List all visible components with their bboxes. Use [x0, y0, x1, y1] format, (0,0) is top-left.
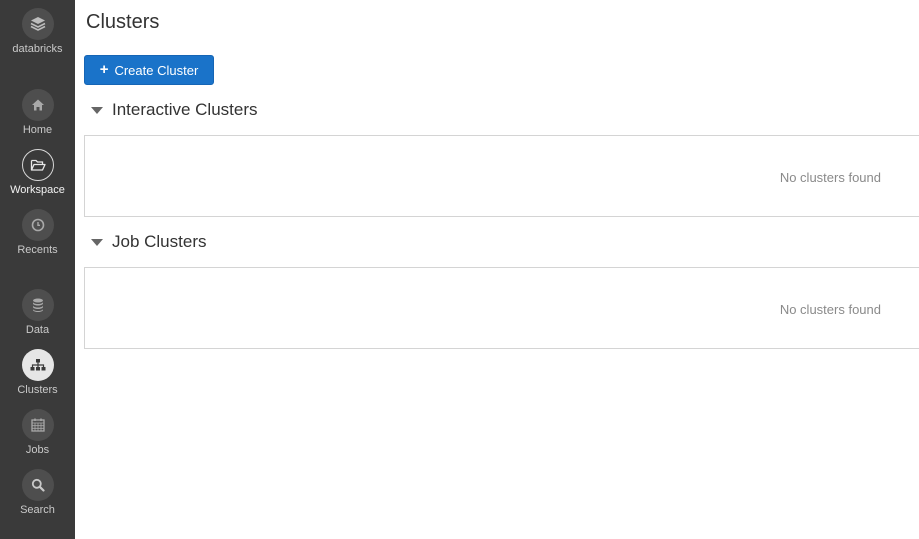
section-title: Job Clusters: [112, 232, 207, 251]
caret-down-icon: [91, 106, 103, 114]
sidebar-item-data[interactable]: Data: [0, 289, 75, 337]
empty-state-text: No clusters found: [779, 170, 881, 185]
sidebar-item-recents[interactable]: Recents: [0, 209, 75, 257]
sidebar-item-home[interactable]: Home: [0, 89, 75, 137]
sidebar: databricks Home Workspace Recents Data C…: [0, 0, 75, 539]
create-cluster-label: Create Cluster: [114, 62, 199, 78]
sidebar-item-label: Home: [22, 124, 53, 136]
job-clusters-header[interactable]: Job Clusters: [91, 232, 206, 252]
folder-open-icon: [21, 149, 54, 181]
cluster-icon: [21, 349, 54, 381]
sidebar-item-label: Data: [25, 324, 50, 336]
sidebar-item-clusters[interactable]: Clusters: [0, 349, 75, 397]
sidebar-item-search[interactable]: Search: [0, 469, 75, 517]
database-icon: [21, 289, 54, 321]
section-title: Interactive Clusters: [112, 100, 258, 119]
main-content: Clusters + Create Cluster Interactive Cl…: [75, 0, 919, 539]
create-cluster-button[interactable]: + Create Cluster: [84, 55, 214, 85]
sidebar-item-label: Search: [20, 504, 55, 516]
clock-icon: [21, 209, 54, 241]
sidebar-item-label: Recents: [17, 244, 58, 256]
plus-icon: +: [99, 61, 109, 78]
interactive-clusters-header[interactable]: Interactive Clusters: [91, 100, 258, 120]
empty-state-text: No clusters found: [779, 302, 881, 317]
sidebar-item-jobs[interactable]: Jobs: [0, 409, 75, 457]
sidebar-item-label: Clusters: [17, 384, 58, 396]
sidebar-item-label: Jobs: [25, 444, 50, 456]
page-title: Clusters: [86, 11, 160, 33]
sidebar-item-workspace[interactable]: Workspace: [0, 149, 75, 197]
search-icon: [21, 469, 54, 501]
caret-down-icon: [91, 238, 103, 246]
home-icon: [21, 89, 54, 121]
sidebar-item-label: Workspace: [10, 184, 65, 196]
sidebar-item-label: databricks: [12, 43, 63, 55]
sidebar-item-databricks[interactable]: databricks: [0, 8, 75, 56]
interactive-clusters-list: No clusters found: [84, 135, 919, 217]
job-clusters-list: No clusters found: [84, 267, 919, 349]
databricks-logo-icon: [21, 8, 54, 40]
calendar-icon: [21, 409, 54, 441]
